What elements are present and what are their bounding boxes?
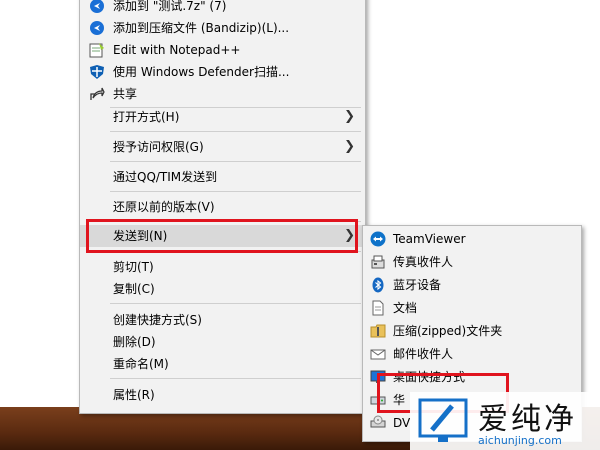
bandizip-icon	[89, 0, 105, 14]
menu-item-label: 传真收件人	[393, 255, 454, 269]
watermark-logo-icon	[418, 398, 468, 442]
mail-icon	[370, 346, 386, 362]
menu-separator	[110, 378, 361, 379]
documents-icon	[370, 300, 386, 316]
menu-item-label: 重命名(M)	[113, 357, 169, 371]
send-to-mail-recipient[interactable]: 邮件收件人	[363, 343, 581, 365]
menu-item-label: 共享	[113, 87, 138, 101]
menu-item-send-via-qq[interactable]: 通过QQ/TIM发送到	[80, 166, 365, 188]
menu-item-properties[interactable]: 属性(R)	[80, 384, 365, 406]
notepad-plus-plus-icon	[89, 42, 105, 58]
zip-folder-icon	[370, 323, 386, 339]
menu-item-label: 打开方式(H)	[113, 110, 180, 124]
menu-item-label: 创建快捷方式(S)	[113, 313, 202, 327]
context-menu: 添加到 "测试.7z" (7) 添加到压缩文件 (Bandizip)(L)...…	[79, 0, 366, 414]
menu-item-label: 还原以前的版本(V)	[113, 200, 215, 214]
menu-item-rename[interactable]: 重命名(M)	[80, 353, 365, 375]
menu-separator	[110, 303, 361, 304]
fax-icon	[370, 254, 386, 270]
menu-item-label: 添加到 "测试.7z" (7)	[113, 0, 227, 13]
menu-item-open-with[interactable]: 打开方式(H) ❯	[80, 106, 365, 128]
teamviewer-icon	[370, 231, 386, 247]
menu-item-add-to-archive[interactable]: 添加到压缩文件 (Bandizip)(L)...	[80, 17, 365, 39]
chevron-right-icon: ❯	[344, 139, 355, 154]
menu-item-label: 邮件收件人	[393, 347, 454, 361]
menu-item-cut[interactable]: 剪切(T)	[80, 256, 365, 278]
menu-item-label: TeamViewer	[393, 232, 466, 246]
menu-item-create-shortcut[interactable]: 创建快捷方式(S)	[80, 309, 365, 331]
send-to-zip-folder[interactable]: 压缩(zipped)文件夹	[363, 320, 581, 342]
send-to-bluetooth[interactable]: 蓝牙设备	[363, 274, 581, 296]
menu-item-label: 使用 Windows Defender扫描...	[113, 65, 290, 79]
menu-item-label: 蓝牙设备	[393, 278, 442, 292]
menu-item-label: 属性(R)	[113, 388, 155, 402]
menu-item-share[interactable]: 共享	[80, 83, 365, 105]
menu-item-copy[interactable]: 复制(C)	[80, 278, 365, 300]
menu-item-label: 删除(D)	[113, 335, 156, 349]
menu-item-add-to-7z[interactable]: 添加到 "测试.7z" (7)	[80, 0, 365, 17]
menu-item-label: 添加到压缩文件 (Bandizip)(L)...	[113, 21, 290, 35]
send-to-fax[interactable]: 传真收件人	[363, 251, 581, 273]
watermark: 爱纯净 aichunjing.com	[410, 392, 600, 450]
bluetooth-icon	[370, 277, 386, 293]
menu-item-label: 文档	[393, 301, 418, 315]
dvd-drive-icon	[370, 415, 386, 431]
menu-item-label: 授予访问权限(G)	[113, 140, 204, 154]
bandizip-icon	[89, 20, 105, 36]
menu-separator	[110, 131, 361, 132]
menu-item-label: 剪切(T)	[113, 260, 154, 274]
send-to-documents[interactable]: 文档	[363, 297, 581, 319]
highlight-box-send-to	[86, 219, 358, 253]
menu-separator	[110, 191, 361, 192]
menu-item-delete[interactable]: 删除(D)	[80, 331, 365, 353]
share-icon	[89, 86, 105, 102]
menu-item-label: 复制(C)	[113, 282, 155, 296]
menu-item-grant-access[interactable]: 授予访问权限(G) ❯	[80, 136, 365, 158]
menu-item-label: DV	[393, 416, 411, 430]
watermark-title: 爱纯净	[478, 402, 577, 437]
menu-item-label: 压缩(zipped)文件夹	[393, 324, 503, 338]
send-to-teamviewer[interactable]: TeamViewer	[363, 228, 581, 250]
menu-separator	[110, 161, 361, 162]
watermark-url: aichunjing.com	[478, 434, 562, 447]
menu-item-edit-notepad[interactable]: Edit with Notepad++	[80, 39, 365, 61]
menu-item-defender-scan[interactable]: 使用 Windows Defender扫描...	[80, 61, 365, 83]
chevron-right-icon: ❯	[344, 109, 355, 124]
menu-item-label: Edit with Notepad++	[113, 43, 241, 57]
windows-defender-icon	[89, 64, 105, 80]
menu-item-restore-versions[interactable]: 还原以前的版本(V)	[80, 196, 365, 218]
menu-item-label: 通过QQ/TIM发送到	[113, 170, 218, 184]
